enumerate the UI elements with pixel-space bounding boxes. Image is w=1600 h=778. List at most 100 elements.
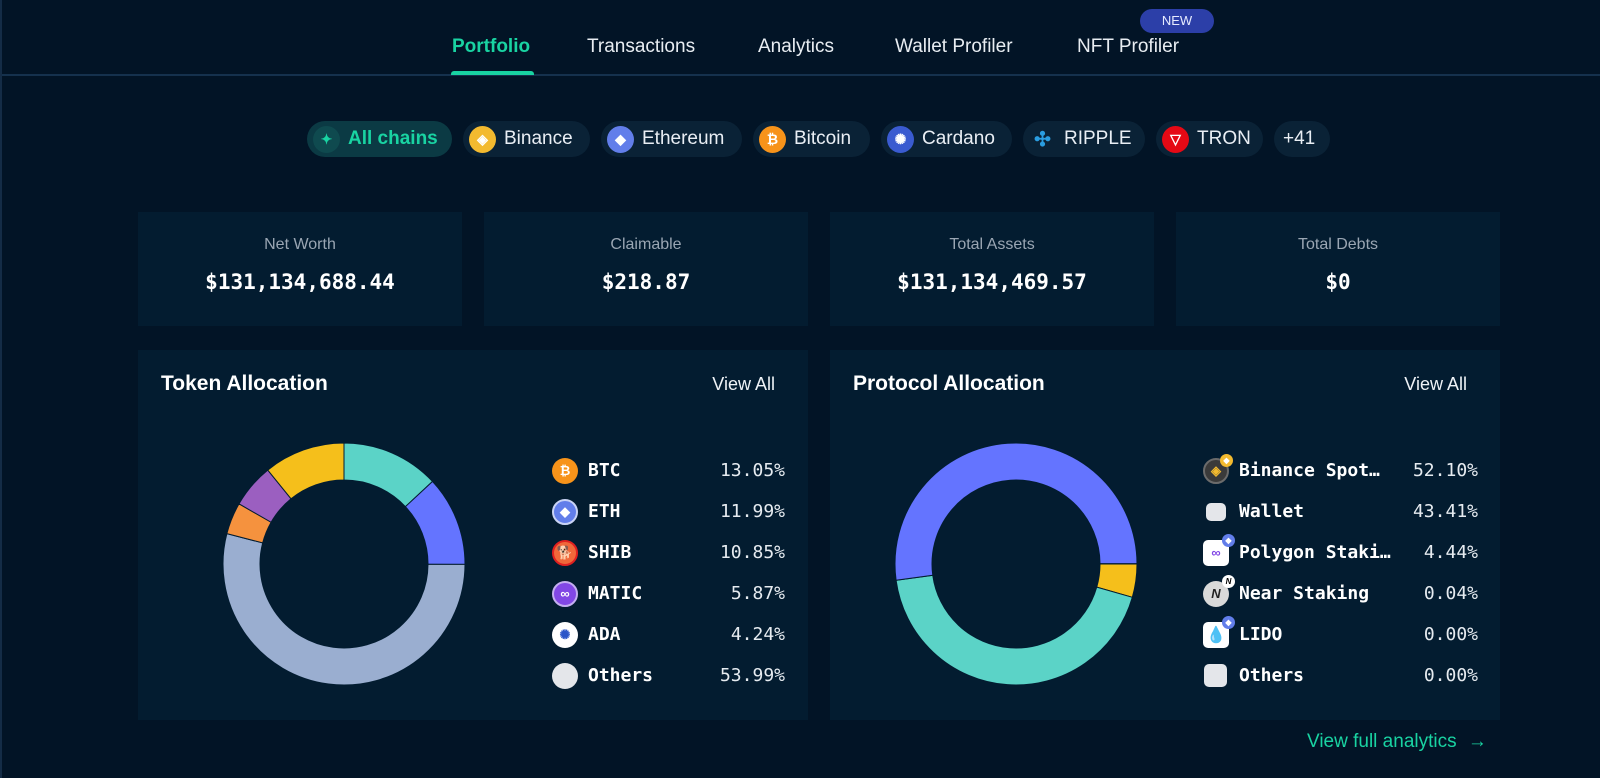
chain-tron[interactable]: ▽ TRON [1156,121,1263,157]
legend-item-wallet[interactable]: Wallet 43.41% [1203,491,1478,532]
chain-ripple[interactable]: ✣ RIPPLE [1023,121,1145,157]
legend-item-eth[interactable]: ◆ ETH 11.99% [552,491,785,532]
legend-name: LIDO [1239,624,1283,645]
stat-value: $131,134,469.57 [897,270,1087,294]
ethereum-icon: ◆ [552,498,578,525]
legend-item-near-staking[interactable]: NN Near Staking 0.04% [1203,573,1478,614]
shiba-icon: 🐕 [552,539,578,566]
lido-icon: 💧 ◆ [1203,615,1235,648]
tron-icon: ▽ [1162,125,1189,153]
cardano-icon: ✺ [552,621,578,648]
chain-cardano[interactable]: ✺ Cardano [881,121,1012,157]
legend-item-polygon-staking[interactable]: ∞ ◆ Polygon Staki… 4.44% [1203,532,1478,573]
legend-item-matic[interactable]: ∞ MATIC 5.87% [552,573,785,614]
bitcoin-icon: ₿ [552,457,578,484]
legend-percent: 52.10% [1412,460,1478,481]
chain-label: RIPPLE [1064,128,1132,149]
more-chains-button[interactable]: +41 [1274,121,1330,157]
chain-label: All chains [348,128,438,149]
legend-item-binance-spot[interactable]: ◈ ◆ Binance Spot… 52.10% [1203,450,1478,491]
legend-percent: 43.41% [1412,501,1478,522]
legend-percent: 0.00% [1423,624,1478,645]
protocol-allocation-card: Protocol Allocation View All ◈ ◆ Binance … [830,350,1500,720]
legend-item-shib[interactable]: 🐕 SHIB 10.85% [552,532,785,573]
ethereum-chain-badge-icon: ◆ [1222,533,1235,547]
token-donut-chart [222,442,466,686]
new-badge: NEW [1140,9,1214,33]
legend-percent: 53.99% [719,665,785,686]
protocol-view-all-link[interactable]: View All [1404,374,1467,395]
tab-analytics[interactable]: Analytics [758,36,834,58]
legend-item-others[interactable]: Others 53.99% [552,655,785,696]
legend-item-others[interactable]: Others 0.00% [1203,655,1478,696]
tab-wallet-profiler[interactable]: Wallet Profiler [895,36,1013,58]
cardano-icon: ✺ [887,125,914,153]
stat-net-worth: Net Worth $131,134,688.44 [138,212,462,326]
legend-name: MATIC [588,583,643,604]
binance-icon: ◈ [469,125,496,153]
legend-item-btc[interactable]: ₿ BTC 13.05% [552,450,785,491]
protocol-legend: ◈ ◆ Binance Spot… 52.10% Wallet 43.41% ∞ ◆… [1203,450,1478,696]
chain-label: Ethereum [642,128,725,149]
polygon-staking-icon: ∞ ◆ [1203,533,1235,566]
tab-nft-profiler[interactable]: NFT Profiler [1077,36,1179,58]
ethereum-chain-badge-icon: ◆ [1222,615,1235,629]
chain-ethereum[interactable]: ◆ Ethereum [601,121,742,157]
top-nav: Portfolio Transactions Analytics Wallet … [2,0,1600,76]
card-title: Protocol Allocation [853,372,1045,395]
stat-value: $0 [1325,270,1351,294]
polygon-icon: ∞ [552,580,578,607]
chain-all-chains[interactable]: ✦ All chains [307,121,452,157]
token-view-all-link[interactable]: View All [712,374,775,395]
binance-spot-icon: ◈ ◆ [1203,453,1233,484]
protocol-donut-chart [894,442,1138,686]
donut-segment-wallet[interactable] [895,574,1133,686]
stat-total-debts: Total Debts $0 [1176,212,1500,326]
stat-total-assets: Total Assets $131,134,469.57 [830,212,1154,326]
legend-percent: 5.87% [730,583,785,604]
legend-name: Others [588,665,654,686]
stat-label: Total Debts [1297,236,1379,253]
stat-value: $131,134,688.44 [205,270,395,294]
donut-segment-binance-spot[interactable] [894,442,1138,581]
token-allocation-card: Token Allocation View All ₿ BTC 13.05% ◆… [138,350,808,720]
legend-name: ETH [588,501,621,522]
chain-bitcoin[interactable]: ₿ Bitcoin [753,121,870,157]
all-chains-icon: ✦ [313,125,340,153]
chain-binance[interactable]: ◈ Binance [463,121,590,157]
legend-percent: 4.24% [730,624,785,645]
legend-percent: 4.44% [1423,542,1478,563]
ethereum-icon: ◆ [607,125,634,153]
bitcoin-icon: ₿ [759,125,786,153]
legend-item-ada[interactable]: ✺ ADA 4.24% [552,614,785,655]
legend-percent: 13.05% [719,460,785,481]
view-full-analytics-link[interactable]: View full analytics → [1307,731,1487,753]
legend-name: BTC [588,460,621,481]
others-icon [1204,664,1227,687]
stat-label: Total Assets [949,236,1035,253]
legend-name: SHIB [588,542,632,563]
wallet-icon [1206,502,1226,521]
chain-label: Binance [504,128,573,149]
legend-name: Polygon Staki… [1239,542,1391,563]
legend-name: Others [1239,665,1305,686]
chain-label: TRON [1197,128,1251,149]
others-icon [552,662,578,689]
legend-name: ADA [588,624,621,645]
legend-name: Near Staking [1239,583,1370,604]
legend-percent: 0.00% [1423,665,1478,686]
chain-filter: ✦ All chains ◈ Binance ◆ Ethereum ₿ Bitc… [2,121,1600,157]
legend-percent: 0.04% [1423,583,1478,604]
legend-percent: 10.85% [719,542,785,563]
legend-item-lido[interactable]: 💧 ◆ LIDO 0.00% [1203,614,1478,655]
view-full-analytics-label: View full analytics [1307,731,1457,752]
legend-percent: 11.99% [719,501,785,522]
tab-portfolio[interactable]: Portfolio [452,36,530,58]
near-staking-icon: NN [1203,574,1235,607]
stat-claimable: Claimable $218.87 [484,212,808,326]
token-legend: ₿ BTC 13.05% ◆ ETH 11.99% 🐕 SHIB 10.85% … [552,450,785,696]
active-tab-indicator [451,71,534,75]
legend-name: Wallet [1239,501,1305,522]
tab-transactions[interactable]: Transactions [587,36,695,58]
legend-name: Binance Spot… [1239,460,1380,481]
